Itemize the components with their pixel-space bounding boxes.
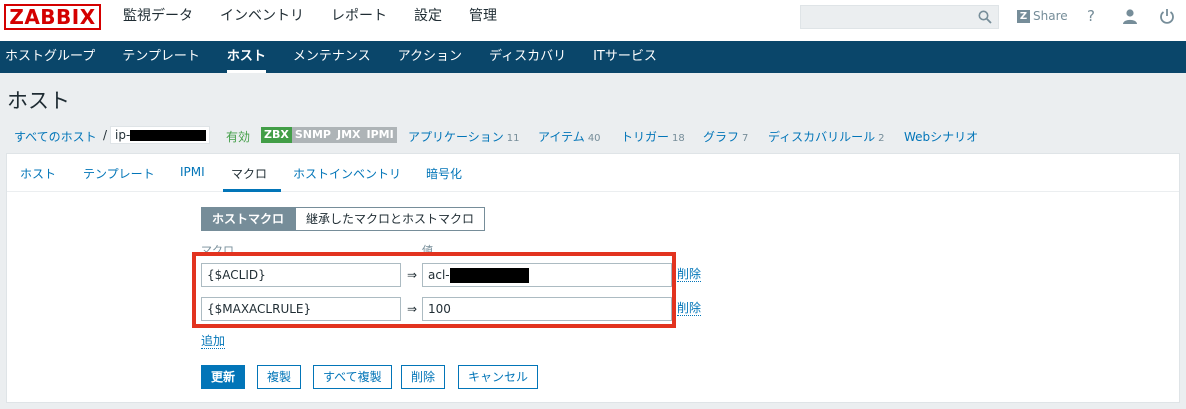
update-button[interactable]: 更新	[201, 365, 246, 389]
top-nav-monitoring[interactable]: 監視データ	[123, 0, 193, 33]
redacted-host-name	[130, 130, 207, 141]
host-macros-toggle[interactable]: ホストマクロ	[201, 207, 296, 231]
graphs-count: 7	[742, 133, 749, 144]
tab-ipmi[interactable]: IPMI	[180, 165, 205, 179]
discovery-rules-count: 2	[878, 133, 885, 144]
items-label: アイテム	[538, 130, 585, 144]
sub-nav-actions[interactable]: アクション	[398, 41, 462, 73]
remove-macro-button-2[interactable]: 削除	[677, 301, 702, 316]
macro-value-1: acl-	[428, 268, 450, 282]
zabbix-logo[interactable]: ZABBIX	[4, 4, 101, 30]
clone-button[interactable]: 複製	[257, 365, 302, 389]
sub-nav: ホストグループ テンプレート ホスト メンテナンス アクション ディスカバリ I…	[0, 41, 1186, 73]
items-link[interactable]: アイテム 40	[538, 128, 601, 145]
breadcrumb: すべてのホスト / ip- 有効 ZBX SNMP JMX IPMI アプリケー…	[0, 124, 1186, 146]
search-input[interactable]	[800, 5, 999, 29]
tab-encryption[interactable]: 暗号化	[426, 165, 462, 182]
badge-jmx: JMX	[333, 127, 364, 143]
top-bar: ZABBIX 監視データ インベントリ レポート 設定 管理 Z Share ?	[0, 0, 1186, 41]
graphs-label: グラフ	[703, 130, 740, 144]
full-clone-button[interactable]: すべて複製	[313, 365, 392, 389]
macro-name-field-2[interactable]: {$MAXACLRULE}	[201, 297, 401, 321]
host-name-prefix: ip-	[115, 128, 131, 142]
delete-button[interactable]: 削除	[401, 365, 446, 389]
web-scenarios-label: Webシナリオ	[904, 130, 979, 144]
remove-macro-button-1[interactable]: 削除	[677, 267, 702, 282]
badge-zbx: ZBX	[261, 127, 292, 143]
host-form-panel: ホスト テンプレート IPMI マクロ ホストインベントリ 暗号化 ホストマクロ…	[6, 153, 1180, 403]
applications-label: アプリケーション	[408, 130, 504, 144]
graphs-link[interactable]: グラフ 7	[703, 128, 748, 145]
applications-count: 11	[506, 133, 520, 144]
active-tab-indicator	[223, 189, 281, 192]
redacted-value	[449, 268, 529, 283]
macro-arrow-1: ⇒	[407, 268, 418, 282]
web-scenarios-link[interactable]: Webシナリオ	[904, 128, 978, 145]
add-macro-link[interactable]: 追加	[201, 334, 226, 349]
applications-link[interactable]: アプリケーション 11	[408, 128, 520, 145]
sign-out-icon[interactable]	[1159, 8, 1175, 24]
cancel-button[interactable]: キャンセル	[458, 365, 539, 389]
help-icon[interactable]: ?	[1087, 7, 1095, 25]
tab-host[interactable]: ホスト	[20, 165, 56, 182]
triggers-link[interactable]: トリガー 18	[621, 128, 685, 145]
sub-nav-maintenance[interactable]: メンテナンス	[293, 41, 371, 73]
sub-nav-discovery[interactable]: ディスカバリ	[489, 41, 566, 73]
tab-host-inventory[interactable]: ホストインベントリ	[293, 165, 401, 182]
user-profile-icon[interactable]	[1122, 8, 1138, 24]
top-nav-administration[interactable]: 管理	[469, 0, 497, 33]
share-label: Share	[1033, 9, 1068, 23]
macro-value-field-1[interactable]: acl-	[422, 263, 672, 287]
breadcrumb-separator: /	[103, 128, 108, 142]
items-count: 40	[587, 133, 601, 144]
host-tabs: ホスト テンプレート IPMI マクロ ホストインベントリ 暗号化	[7, 154, 1179, 192]
sub-nav-templates[interactable]: テンプレート	[122, 41, 200, 73]
triggers-label: トリガー	[621, 130, 670, 144]
current-host-name[interactable]: ip-	[110, 126, 210, 144]
sub-nav-hosts[interactable]: ホスト	[226, 41, 266, 73]
badge-ipmi: IPMI	[363, 127, 397, 143]
tab-templates[interactable]: テンプレート	[83, 165, 155, 182]
inherited-macros-toggle[interactable]: 継承したマクロとホストマクロ	[295, 207, 486, 231]
triggers-count: 18	[672, 133, 685, 144]
all-hosts-link[interactable]: すべてのホスト	[14, 128, 97, 145]
top-nav: 監視データ インベントリ レポート 設定 管理	[123, 0, 524, 33]
host-status-enabled[interactable]: 有効	[226, 128, 250, 145]
page-title: ホスト	[7, 89, 70, 113]
share-link[interactable]: Z Share	[1017, 9, 1068, 23]
macro-arrow-2: ⇒	[407, 302, 418, 316]
search-icon[interactable]	[978, 10, 992, 24]
discovery-rules-label: ディスカバリルール	[768, 130, 876, 144]
availability-badges: ZBX SNMP JMX IPMI	[261, 127, 397, 143]
tab-macros[interactable]: マクロ	[231, 165, 267, 182]
badge-snmp: SNMP	[291, 127, 334, 143]
top-nav-configuration[interactable]: 設定	[414, 0, 442, 33]
macro-name-field-1[interactable]: {$ACLID}	[201, 263, 401, 287]
share-icon: Z	[1017, 9, 1030, 23]
top-nav-inventory[interactable]: インベントリ	[220, 0, 304, 33]
sub-nav-host-groups[interactable]: ホストグループ	[5, 41, 95, 73]
sub-nav-it-services[interactable]: ITサービス	[593, 41, 657, 73]
macro-value-field-2[interactable]: 100	[422, 297, 672, 321]
top-nav-reports[interactable]: レポート	[331, 0, 387, 33]
macro-view-toggle: ホストマクロ 継承したマクロとホストマクロ	[201, 207, 486, 231]
discovery-rules-link[interactable]: ディスカバリルール 2	[768, 128, 885, 145]
